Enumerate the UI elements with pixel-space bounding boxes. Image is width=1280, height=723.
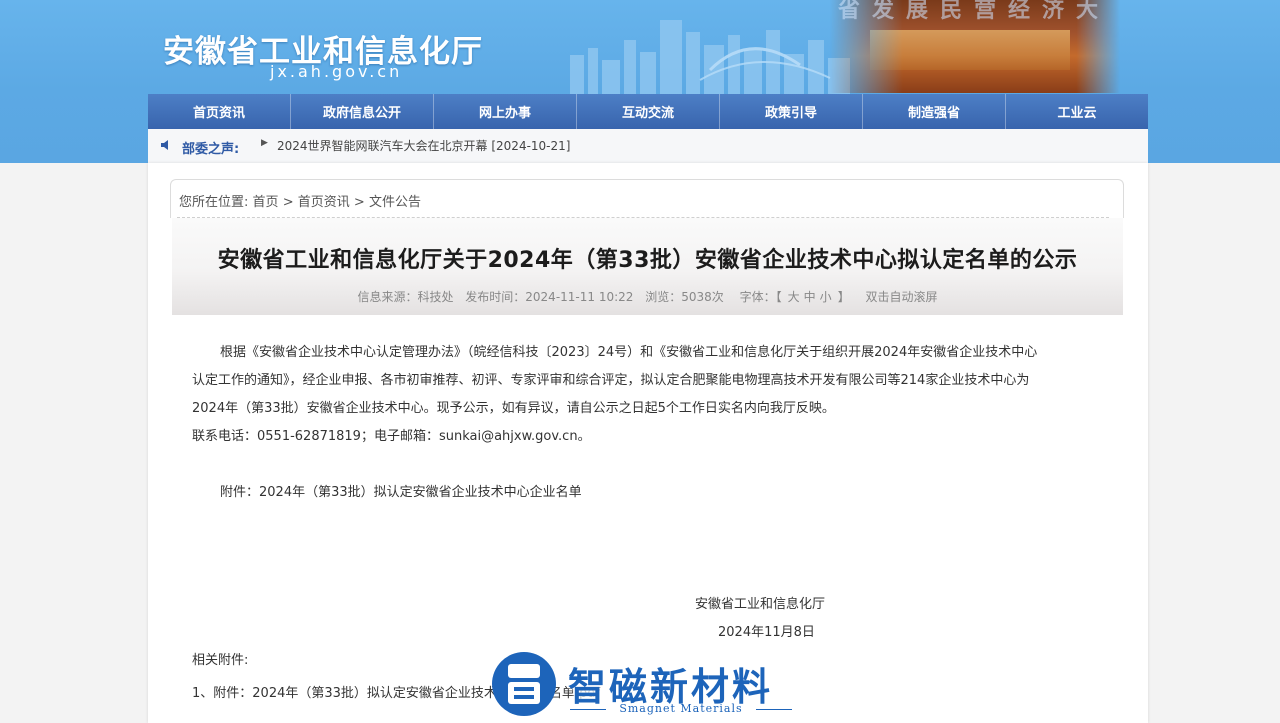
- speaker-icon: [161, 140, 168, 150]
- meta-font-close: 】: [837, 290, 850, 304]
- breadcrumb-announcements[interactable]: 文件公告: [369, 195, 421, 210]
- breadcrumb-prefix: 您所在位置:: [179, 195, 249, 210]
- breadcrumb-box: 您所在位置: 首页 > 首页资讯 > 文件公告: [170, 179, 1124, 218]
- nav-item-interaction[interactable]: 互动交流: [577, 94, 720, 129]
- related-attachments-label: 相关附件:: [192, 653, 249, 668]
- signature-date: 2024年11月8日: [718, 625, 815, 640]
- meta-source: 信息来源：科技处: [357, 290, 454, 304]
- attachment-note: 附件：2024年（第33批）拟认定安徽省企业技术中心企业名单: [220, 485, 582, 500]
- breadcrumb-home[interactable]: 首页: [253, 195, 279, 210]
- banner-stage-graphic: [870, 30, 1070, 70]
- nav-item-policy[interactable]: 政策引导: [720, 94, 863, 129]
- article-title: 安徽省工业和信息化厅关于2024年（第33批）安徽省企业技术中心拟认定名单的公示: [217, 248, 1078, 273]
- breadcrumb-separator: >: [282, 195, 294, 210]
- city-skyline-graphic: [570, 20, 850, 95]
- body-line-2: 认定工作的通知》，经企业申报、各市初审推荐、初评、专家评审和综合评定，拟认定合肥…: [192, 373, 1030, 388]
- article-body: 根据《安徽省企业技术中心认定管理办法》（皖经信科技〔2023〕24号）和《安徽省…: [192, 339, 1112, 451]
- body-line-1: 根据《安徽省企业技术中心认定管理办法》（皖经信科技〔2023〕24号）和《安徽省…: [220, 345, 1038, 360]
- meta-published: 发布时间：2024-11-11 10:22: [465, 290, 634, 304]
- watermark-subtitle: Smagnet Materials: [570, 702, 792, 715]
- nav-item-online-service[interactable]: 网上办事: [434, 94, 577, 129]
- notice-link[interactable]: 2024世界智能网联汽车大会在北京开幕 [2024-10-21]: [277, 137, 570, 154]
- contact-line: 联系电话：0551-62871819；电子邮箱：sunkai@ahjxw.gov…: [192, 429, 591, 444]
- nav-item-gov-info[interactable]: 政府信息公开: [291, 94, 434, 129]
- nav-item-manufacturing[interactable]: 制造强省: [863, 94, 1006, 129]
- notice-bar: 部委之声: ▶ 2024世界智能网联汽车大会在北京开幕 [2024-10-21]: [148, 129, 1148, 164]
- font-medium-button[interactable]: 中: [804, 290, 816, 304]
- nav-item-home-news[interactable]: 首页资讯: [148, 94, 291, 129]
- banner-slogan: 省发展民营经济大: [838, 0, 1111, 23]
- watermark-logo-icon: [492, 652, 556, 716]
- main-nav: 首页资讯 政府信息公开 网上办事 互动交流 政策引导 制造强省 工业云: [148, 94, 1148, 129]
- breadcrumb: 您所在位置: 首页 > 首页资讯 > 文件公告: [179, 191, 421, 210]
- article-meta: 信息来源：科技处 发布时间：2024-11-11 10:22 浏览：5038次 …: [172, 288, 1123, 305]
- font-large-button[interactable]: 大: [788, 290, 800, 304]
- breadcrumb-separator: >: [353, 195, 365, 210]
- notice-label: 部委之声:: [182, 142, 240, 157]
- body-line-3: 2024年（第33批）安徽省企业技术中心。现予公示，如有异议，请自公示之日起5个…: [192, 401, 835, 416]
- font-small-button[interactable]: 小: [820, 290, 832, 304]
- autoscroll-hint[interactable]: 双击自动滚屏: [866, 290, 938, 304]
- meta-views: 浏览：5038次: [645, 290, 724, 304]
- site-domain: jx.ah.gov.cn: [270, 62, 403, 81]
- meta-font-control: 字体：【大中小】: [736, 290, 854, 304]
- signature-org: 安徽省工业和信息化厅: [695, 597, 826, 612]
- article-header: 安徽省工业和信息化厅关于2024年（第33批）安徽省企业技术中心拟认定名单的公示…: [172, 218, 1123, 315]
- breadcrumb-home-news[interactable]: 首页资讯: [298, 195, 350, 210]
- chevron-right-icon: ▶: [261, 138, 268, 148]
- nav-item-industry-cloud[interactable]: 工业云: [1006, 94, 1148, 129]
- meta-font-label: 字体：【: [739, 290, 782, 304]
